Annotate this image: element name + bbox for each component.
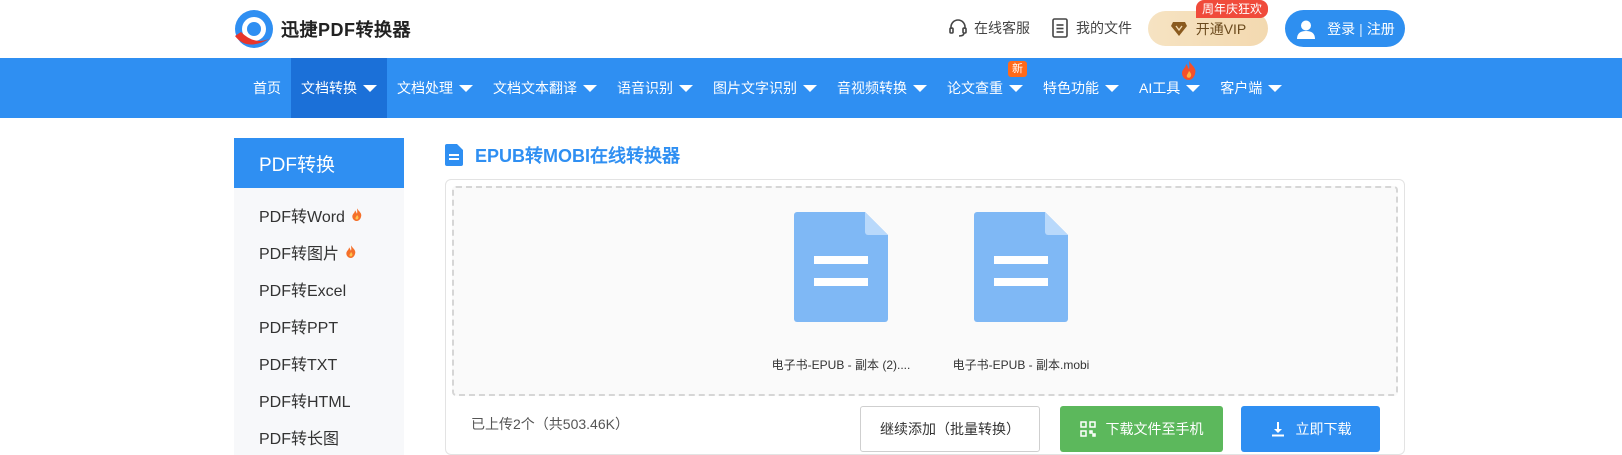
nav-item[interactable]: 客户端 (1210, 58, 1292, 118)
nav-item-label: 音视频转换 (837, 80, 907, 96)
nav-item-label: 客户端 (1220, 80, 1263, 96)
sidebar-item-label: PDF转HTML (259, 393, 351, 411)
user-icon (1295, 18, 1317, 40)
download-icon (1270, 421, 1286, 437)
upload-summary: 已上传2个（共503.46K） (471, 416, 629, 432)
caret-down-icon (1009, 84, 1023, 92)
sidebar-title: PDF转换 (234, 138, 404, 188)
nav-item[interactable]: 文档处理 (387, 58, 483, 118)
caret-down-icon (459, 84, 473, 92)
download-now-button[interactable]: 立即下载 (1241, 406, 1380, 452)
anniversary-badge: 周年庆狂欢 (1196, 0, 1269, 18)
file-item[interactable]: 电子书-EPUB - 副本.mobi (931, 212, 1111, 373)
register-label[interactable]: 注册 (1367, 19, 1395, 39)
new-badge: 新 (1008, 61, 1027, 77)
my-files-link[interactable]: 我的文件 (1050, 17, 1132, 39)
nav-item-label: 首页 (253, 80, 281, 96)
diamond-icon (1170, 21, 1188, 37)
download-to-phone-button[interactable]: 下载文件至手机 (1060, 406, 1223, 452)
sidebar-item-label: PDF转PPT (259, 319, 339, 337)
sidebar-item-label: PDF转长图 (259, 430, 340, 448)
sidebar-item[interactable]: PDF转PPT (234, 307, 404, 344)
site-logo[interactable]: 迅捷PDF转换器 (233, 8, 411, 50)
nav-item[interactable]: AI工具 (1129, 58, 1210, 118)
add-more-button[interactable]: 继续添加（批量转换） (860, 406, 1040, 452)
caret-down-icon (583, 84, 597, 92)
file-name: 电子书-EPUB - 副本 (2).... (771, 358, 911, 372)
nav-item-label: AI工具 (1139, 80, 1181, 96)
fire-icon (351, 207, 363, 222)
nav-item-label: 文档处理 (397, 80, 453, 96)
main-nav: 首页 文档转换 文档处理 文档文本翻译 语音识别 图片文字识别 音视频转换 论文查重新特色功能… (0, 58, 1622, 118)
sidebar-item-label: PDF转TXT (259, 356, 338, 374)
nav-item[interactable]: 论文查重新 (937, 58, 1033, 118)
file-item[interactable]: 电子书-EPUB - 副本 (2).... (751, 212, 931, 373)
online-service-label: 在线客服 (974, 20, 1030, 36)
caret-down-icon (1105, 84, 1119, 92)
caret-down-icon (679, 84, 693, 92)
nav-item[interactable]: 音视频转换 (827, 58, 937, 118)
nav-item-label: 语音识别 (617, 80, 673, 96)
my-files-label: 我的文件 (1076, 20, 1132, 36)
file-list-icon (1050, 17, 1070, 39)
online-service-link[interactable]: 在线客服 (948, 17, 1030, 39)
sidebar-item-label: PDF转Word (259, 208, 345, 226)
converter-panel: 电子书-EPUB - 副本 (2).... 电子书-EPUB - 副本.mobi… (445, 179, 1405, 455)
document-icon (445, 144, 463, 166)
document-icon (794, 212, 888, 322)
sidebar-item[interactable]: PDF转TXT (234, 344, 404, 381)
vip-label: 开通VIP (1195, 20, 1247, 37)
add-more-label: 继续添加（批量转换） (880, 421, 1020, 437)
caret-down-icon (913, 84, 927, 92)
login-register-button[interactable]: 登录 | 注册 (1285, 10, 1405, 47)
sidebar-list: PDF转Word PDF转图片 PDF转Excel PDF转PPT PDF转TXT PDF… (234, 188, 404, 455)
file-drop-area[interactable]: 电子书-EPUB - 副本 (2).... 电子书-EPUB - 副本.mobi (452, 186, 1398, 396)
sidebar-item[interactable]: PDF转长图 (234, 418, 404, 455)
fire-icon (1180, 61, 1198, 81)
sidebar-item[interactable]: PDF转HTML (234, 381, 404, 418)
sidebar-item[interactable]: PDF转Word (234, 196, 404, 233)
page-title: EPUB转MOBI在线转换器 (445, 142, 680, 168)
nav-item[interactable]: 首页 (243, 58, 291, 118)
nav-item-label: 论文查重 (947, 80, 1003, 96)
sidebar-item-label: PDF转Excel (259, 282, 347, 300)
nav-item[interactable]: 文档转换 (291, 58, 387, 118)
download-to-phone-label: 下载文件至手机 (1105, 421, 1204, 437)
top-header: 迅捷PDF转换器 在线客服 我的文件 开通VIP 周年庆狂欢 登录 | 注册 (0, 0, 1622, 58)
caret-down-icon (803, 84, 817, 92)
qr-code-icon (1079, 421, 1096, 437)
nav-item-label: 特色功能 (1043, 80, 1099, 96)
login-label[interactable]: 登录 (1327, 19, 1355, 39)
download-now-label: 立即下载 (1295, 421, 1352, 437)
fire-icon (345, 244, 357, 259)
caret-down-icon (1268, 84, 1283, 92)
page-title-text: EPUB转MOBI在线转换器 (475, 146, 681, 166)
nav-item-label: 图片文字识别 (713, 80, 797, 96)
nav-item[interactable]: 语音识别 (607, 58, 703, 118)
login-separator: | (1359, 20, 1363, 37)
nav-items: 首页 文档转换 文档处理 文档文本翻译 语音识别 图片文字识别 音视频转换 论文查重新特色功能… (243, 58, 1292, 118)
headset-icon (948, 17, 968, 39)
nav-item-label: 文档转换 (301, 80, 357, 96)
file-name: 电子书-EPUB - 副本.mobi (952, 358, 1090, 372)
sidebar: PDF转换 PDF转Word PDF转图片 PDF转Excel PDF转PPT PDF转… (234, 138, 404, 455)
nav-item[interactable]: 特色功能 (1033, 58, 1129, 118)
nav-item[interactable]: 文档文本翻译 (483, 58, 607, 118)
caret-down-icon (363, 84, 377, 92)
document-icon (974, 212, 1068, 322)
caret-down-icon (1186, 84, 1201, 92)
logo-text: 迅捷PDF转换器 (281, 20, 411, 40)
sidebar-item[interactable]: PDF转图片 (234, 233, 404, 270)
sidebar-item[interactable]: PDF转Excel (234, 270, 404, 307)
nav-item[interactable]: 图片文字识别 (703, 58, 827, 118)
logo-icon (233, 8, 275, 50)
sidebar-item-label: PDF转图片 (259, 245, 340, 263)
nav-item-label: 文档文本翻译 (493, 80, 577, 96)
